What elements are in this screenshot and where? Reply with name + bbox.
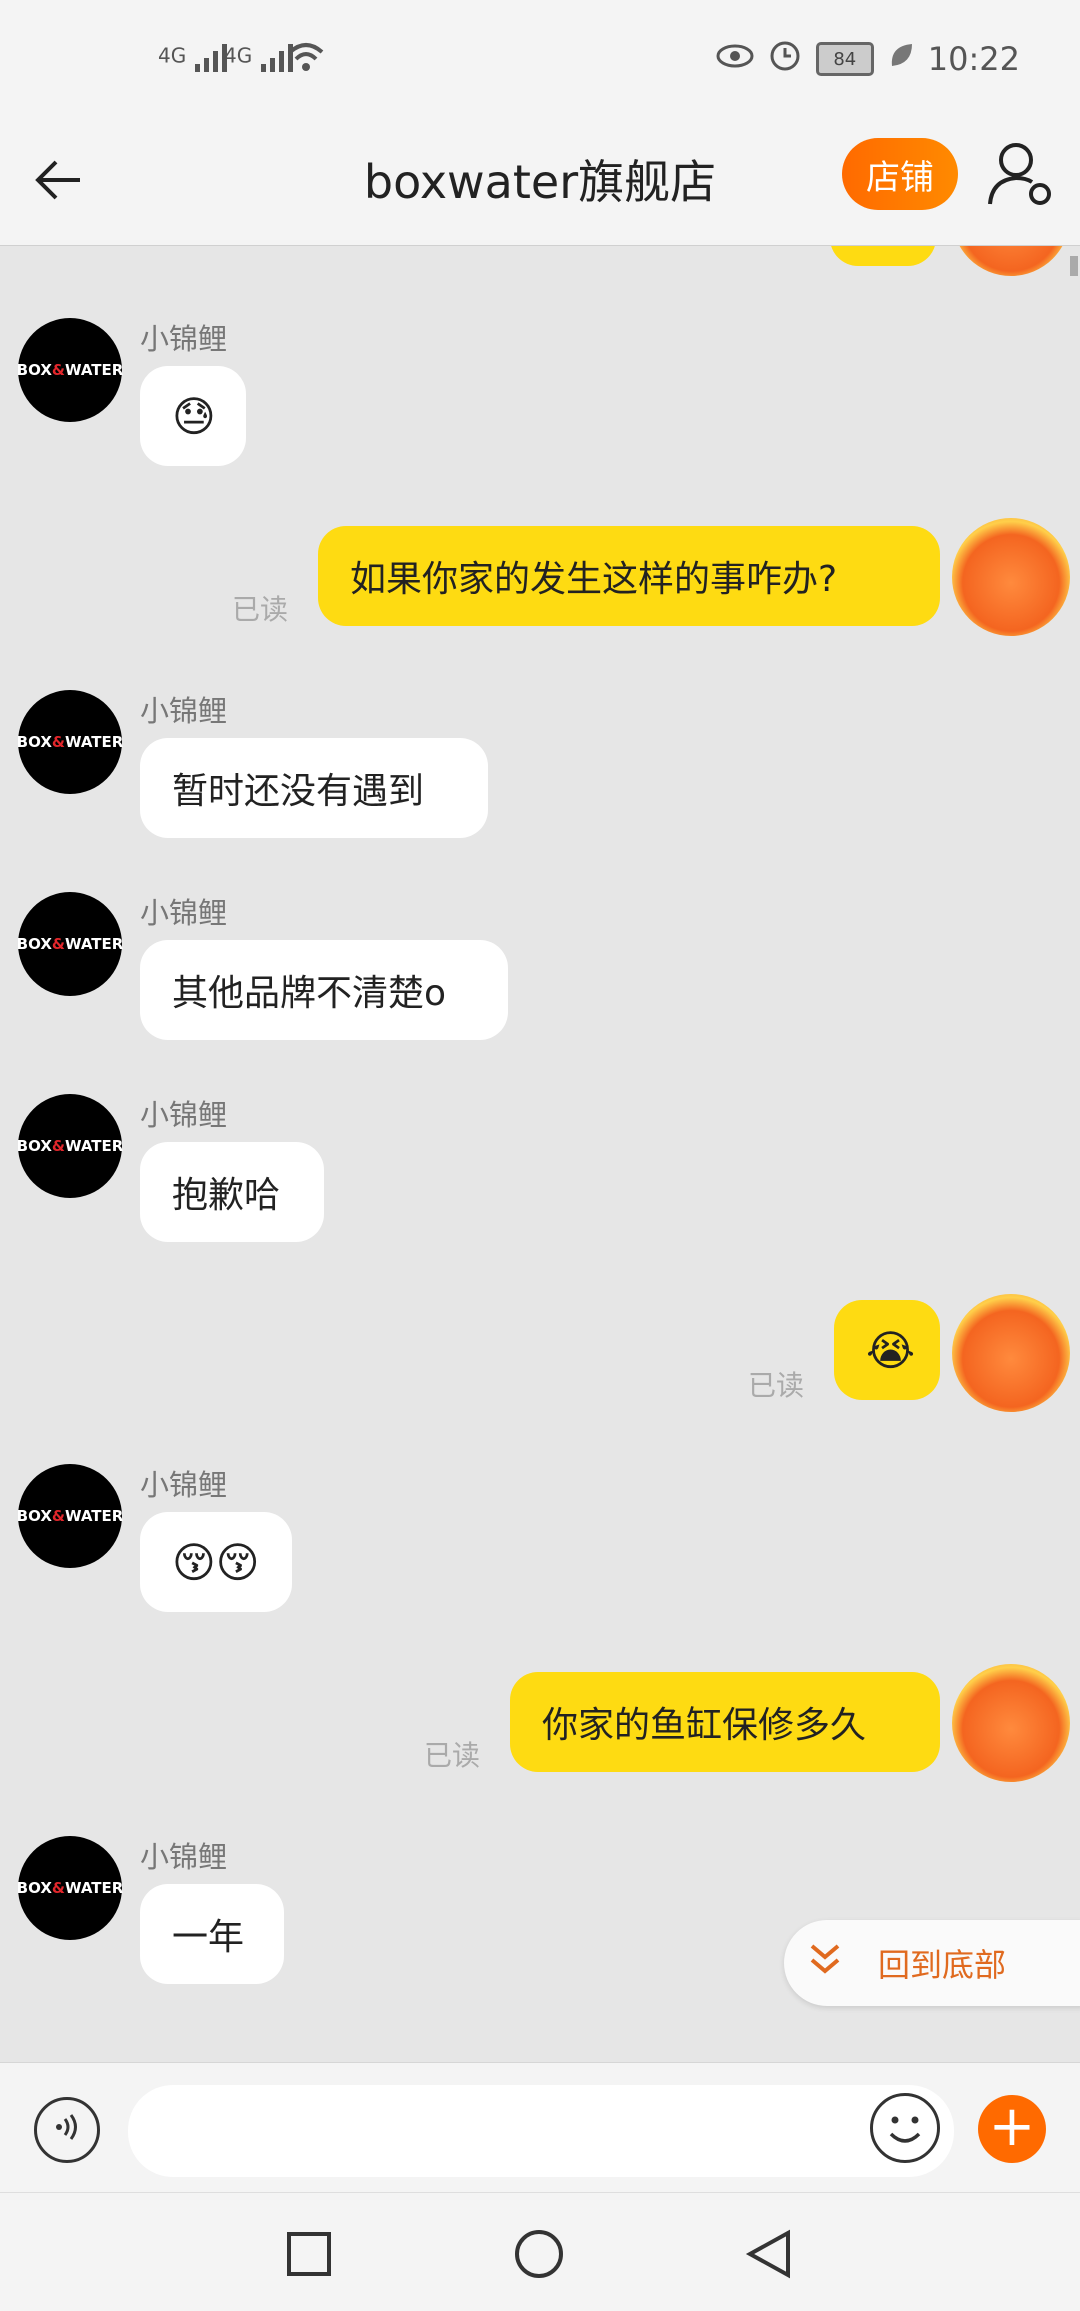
- shop-avatar[interactable]: BOX&WATER: [17, 1464, 123, 1568]
- signal-icon-sim1: 4G: [158, 40, 233, 74]
- shop-avatar[interactable]: BOX&WATER: [17, 1836, 123, 1940]
- chat-messages[interactable]: BOX&WATER 小锦鲤 😓 已读 如果你家的发生这样的事咋办? BOX&WA…: [0, 246, 1080, 2061]
- message-bubble-out[interactable]: 😭: [834, 1300, 940, 1400]
- user-avatar[interactable]: [952, 518, 1070, 636]
- back-nav-button[interactable]: [744, 2229, 792, 2283]
- message-bubble-in[interactable]: 一年: [140, 1884, 284, 1984]
- shop-avatar[interactable]: BOX&WATER: [17, 1094, 123, 1198]
- shop-avatar[interactable]: BOX&WATER: [17, 318, 123, 422]
- battery-indicator: 84: [815, 42, 874, 76]
- user-settings-icon: [988, 143, 1051, 205]
- sender-name: 小锦鲤: [140, 1098, 228, 1132]
- status-bar: 4G 4G 84 10:22: [0, 0, 1080, 120]
- user-avatar[interactable]: [952, 1664, 1070, 1782]
- read-status: 已读: [232, 593, 289, 626]
- square-icon: [287, 2232, 331, 2276]
- message-bubble-out[interactable]: 如果你家的发生这样的事咋办?: [318, 526, 940, 626]
- back-to-bottom-button[interactable]: 回到底部: [784, 1920, 1080, 2006]
- clock-time: 10:22: [927, 40, 1020, 78]
- message-input[interactable]: [128, 2085, 954, 2177]
- home-button[interactable]: [514, 2229, 564, 2283]
- double-chevron-down-icon: [806, 1940, 844, 1986]
- leaf-icon: [888, 40, 914, 78]
- sender-name: 小锦鲤: [140, 896, 228, 930]
- user-avatar[interactable]: [952, 246, 1070, 276]
- alarm-icon: [768, 38, 802, 80]
- message-bubble-in[interactable]: 暂时还没有遇到: [140, 738, 488, 838]
- message-bubble-in[interactable]: 😓: [140, 366, 246, 466]
- shop-button[interactable]: 店铺: [842, 138, 958, 210]
- sender-name: 小锦鲤: [140, 1468, 228, 1502]
- emoji-button[interactable]: [870, 2093, 940, 2163]
- message-bubble-in[interactable]: 😚😚: [140, 1512, 292, 1612]
- read-status: 已读: [748, 1369, 805, 1402]
- message-bubble-partial: [830, 246, 936, 266]
- recent-apps-button[interactable]: [286, 2231, 332, 2281]
- plus-button[interactable]: +: [978, 2095, 1046, 2163]
- read-status: 已读: [424, 1739, 481, 1772]
- chat-header: boxwater旗舰店 店铺: [0, 120, 1080, 246]
- eye-icon: [716, 40, 754, 78]
- system-nav-bar: [0, 2192, 1080, 2311]
- sender-name: 小锦鲤: [140, 694, 228, 728]
- sender-name: 小锦鲤: [140, 1840, 228, 1874]
- plus-icon: +: [988, 2094, 1036, 2159]
- scrollbar[interactable]: [1070, 256, 1078, 276]
- shop-avatar[interactable]: BOX&WATER: [17, 892, 123, 996]
- back-to-bottom-label: 回到底部: [878, 1946, 1007, 1984]
- voice-icon: [51, 2111, 83, 2150]
- circle-icon: [515, 2230, 563, 2278]
- user-avatar[interactable]: [952, 1294, 1070, 1412]
- message-bubble-in[interactable]: 其他品牌不清楚o: [140, 940, 508, 1040]
- message-bubble-in[interactable]: 抱歉哈: [140, 1142, 324, 1242]
- wifi-icon: [286, 40, 326, 78]
- voice-button[interactable]: [34, 2097, 100, 2163]
- input-bar: +: [0, 2062, 1080, 2193]
- shop-avatar[interactable]: BOX&WATER: [17, 690, 123, 794]
- message-bubble-out[interactable]: 你家的鱼缸保修多久: [510, 1672, 940, 1772]
- triangle-back-icon: [745, 2229, 790, 2279]
- user-settings-button[interactable]: [986, 140, 1056, 210]
- sender-name: 小锦鲤: [140, 322, 228, 356]
- smiley-icon: [889, 2116, 921, 2143]
